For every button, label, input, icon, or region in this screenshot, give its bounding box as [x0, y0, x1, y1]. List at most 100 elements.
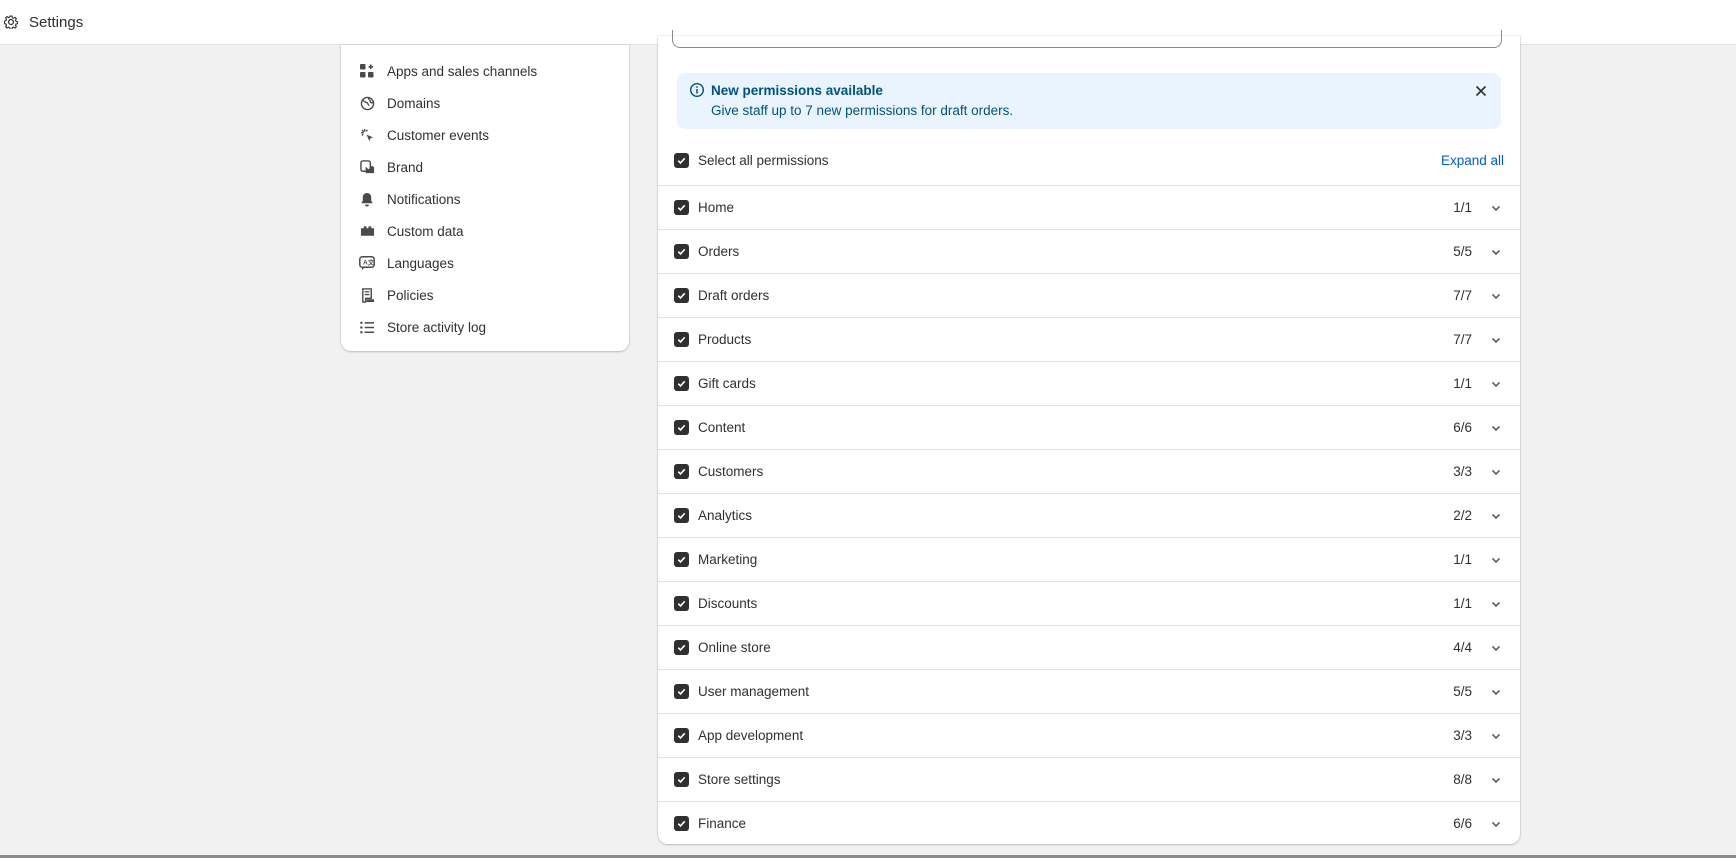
permission-row[interactable]: Customers 3/3 — [658, 449, 1520, 493]
permission-count: 4/4 — [1453, 640, 1472, 655]
permission-checkbox[interactable] — [674, 816, 689, 831]
sidebar-item-store-activity-log[interactable]: Store activity log — [341, 311, 629, 343]
permissions-card: New permissions available Give staff up … — [658, 30, 1520, 845]
chevron-down-icon[interactable] — [1489, 465, 1503, 479]
permission-label: Online store — [698, 640, 771, 655]
permission-label: Store settings — [698, 772, 781, 787]
permission-label: App development — [698, 728, 804, 743]
permission-checkbox[interactable] — [674, 200, 689, 215]
bell-icon — [359, 191, 375, 207]
permission-count: 3/3 — [1453, 728, 1472, 743]
permission-checkbox[interactable] — [674, 508, 689, 523]
gear-icon[interactable] — [2, 13, 20, 31]
chevron-down-icon[interactable] — [1489, 201, 1503, 215]
permission-count: 5/5 — [1453, 244, 1472, 259]
language-icon: A文 — [359, 255, 375, 271]
permission-count: 5/5 — [1453, 684, 1472, 699]
permission-checkbox[interactable] — [674, 684, 689, 699]
permission-row[interactable]: Content 6/6 — [658, 405, 1520, 449]
permission-label: Products — [698, 332, 752, 347]
permission-row[interactable]: App development 3/3 — [658, 713, 1520, 757]
sidebar-item-notifications[interactable]: Notifications — [341, 183, 629, 215]
permission-checkbox[interactable] — [674, 596, 689, 611]
sidebar-item-label: Policies — [387, 287, 434, 303]
permission-row[interactable]: Marketing 1/1 — [658, 537, 1520, 581]
permission-row[interactable]: User management 5/5 — [658, 669, 1520, 713]
permission-label: Orders — [698, 244, 740, 259]
permission-count: 1/1 — [1453, 552, 1472, 567]
permission-checkbox[interactable] — [674, 376, 689, 391]
chevron-down-icon[interactable] — [1489, 729, 1503, 743]
permission-list: Home 1/1 Orders 5/5 Draft orders 7/7 Products 7… — [658, 185, 1520, 845]
chevron-down-icon[interactable] — [1489, 553, 1503, 567]
cursor-click-icon — [359, 127, 375, 143]
permission-checkbox[interactable] — [674, 288, 689, 303]
permission-label: Finance — [698, 816, 747, 831]
chevron-down-icon[interactable] — [1489, 377, 1503, 391]
select-all-label: Select all permissions — [698, 152, 829, 168]
permission-label: Gift cards — [698, 376, 756, 391]
new-permissions-banner: New permissions available Give staff up … — [677, 73, 1501, 129]
permission-label: Home — [698, 200, 735, 215]
database-icon — [359, 223, 375, 239]
sidebar-item-custom-data[interactable]: Custom data — [341, 215, 629, 247]
permission-checkbox[interactable] — [674, 244, 689, 259]
chevron-down-icon[interactable] — [1489, 685, 1503, 699]
sidebar-item-policies[interactable]: Policies — [341, 279, 629, 311]
permission-checkbox[interactable] — [674, 552, 689, 567]
chevron-down-icon[interactable] — [1489, 245, 1503, 259]
permission-row[interactable]: Products 7/7 — [658, 317, 1520, 361]
settings-sidebar: Apps and sales channels Domains Customer… — [341, 45, 629, 351]
close-icon[interactable] — [1473, 83, 1489, 99]
permission-checkbox[interactable] — [674, 728, 689, 743]
permission-label: User management — [698, 684, 810, 699]
permission-row[interactable]: Finance 6/6 — [658, 801, 1520, 845]
permission-row[interactable]: Store settings 8/8 — [658, 757, 1520, 801]
svg-text:A文: A文 — [363, 257, 375, 266]
banner-title: New permissions available — [711, 83, 883, 98]
permission-label: Content — [698, 420, 746, 435]
chevron-down-icon[interactable] — [1489, 333, 1503, 347]
brand-icon — [359, 159, 375, 175]
sidebar-item-label: Store activity log — [387, 319, 487, 335]
sidebar-item-brand[interactable]: Brand — [341, 151, 629, 183]
sidebar-item-apps-and-sales-channels[interactable]: Apps and sales channels — [341, 55, 629, 87]
permission-row[interactable]: Analytics 2/2 — [658, 493, 1520, 537]
globe-icon — [359, 95, 375, 111]
permission-checkbox[interactable] — [674, 332, 689, 347]
permission-row[interactable]: Orders 5/5 — [658, 229, 1520, 273]
permission-checkbox[interactable] — [674, 772, 689, 787]
chevron-down-icon[interactable] — [1489, 773, 1503, 787]
permission-label: Customers — [698, 464, 764, 479]
permission-count: 7/7 — [1453, 288, 1472, 303]
sidebar-item-domains[interactable]: Domains — [341, 87, 629, 119]
info-icon — [689, 82, 705, 98]
sidebar-item-languages[interactable]: A文 Languages — [341, 247, 629, 279]
permission-checkbox[interactable] — [674, 464, 689, 479]
select-all-checkbox[interactable] — [674, 152, 689, 168]
permission-checkbox[interactable] — [674, 420, 689, 435]
expand-all-button[interactable]: Expand all — [1441, 153, 1504, 168]
permission-row[interactable]: Discounts 1/1 — [658, 581, 1520, 625]
sidebar-item-customer-events[interactable]: Customer events — [341, 119, 629, 151]
permission-row[interactable]: Home 1/1 — [658, 185, 1520, 229]
chevron-down-icon[interactable] — [1489, 817, 1503, 831]
permission-label: Analytics — [698, 508, 753, 523]
permission-row[interactable]: Gift cards 1/1 — [658, 361, 1520, 405]
chevron-down-icon[interactable] — [1489, 597, 1503, 611]
permission-label: Discounts — [698, 596, 758, 611]
sidebar-item-label: Apps and sales channels — [387, 63, 538, 79]
chevron-down-icon[interactable] — [1489, 289, 1503, 303]
chevron-down-icon[interactable] — [1489, 509, 1503, 523]
sidebar-item-label: Domains — [387, 95, 441, 111]
policy-icon — [359, 287, 375, 303]
permission-row[interactable]: Online store 4/4 — [658, 625, 1520, 669]
chevron-down-icon[interactable] — [1489, 641, 1503, 655]
chevron-down-icon[interactable] — [1489, 421, 1503, 435]
permission-label: Marketing — [698, 552, 758, 567]
sidebar-item-label: Notifications — [387, 191, 461, 207]
permission-count: 1/1 — [1453, 596, 1472, 611]
search-input[interactable] — [672, 30, 1502, 48]
permission-checkbox[interactable] — [674, 640, 689, 655]
permission-row[interactable]: Draft orders 7/7 — [658, 273, 1520, 317]
